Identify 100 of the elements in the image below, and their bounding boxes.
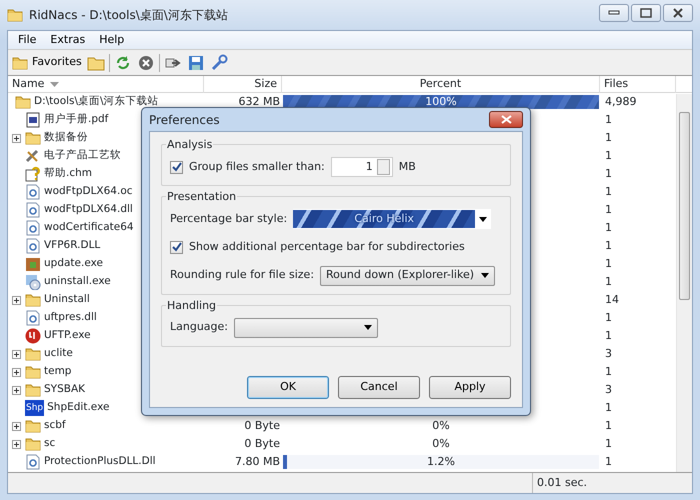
file-count: 3 — [604, 346, 613, 362]
file-name[interactable]: 数据备份 — [44, 130, 88, 146]
file-name[interactable]: 用户手册.pdf — [44, 112, 108, 128]
elapsed-time: 0.01 sec. — [532, 473, 692, 493]
minimize-button[interactable] — [599, 4, 629, 22]
file-count: 1 — [604, 454, 613, 470]
close-icon — [500, 115, 512, 124]
language-dropdown[interactable] — [234, 318, 378, 338]
file-name[interactable]: update.exe — [44, 256, 103, 272]
file-name[interactable]: SYSBAK — [44, 382, 86, 398]
file-name[interactable]: uftpres.dll — [44, 310, 97, 326]
folder-icon — [25, 418, 41, 434]
scrollbar-thumb[interactable] — [679, 112, 690, 300]
file-count: 1 — [604, 400, 613, 416]
expand-icon[interactable] — [12, 134, 20, 142]
column-header[interactable]: Files — [604, 76, 628, 92]
expand-icon[interactable] — [12, 422, 20, 430]
folder-icon — [25, 382, 41, 398]
file-size: 0 Byte — [243, 436, 281, 452]
file-count: 1 — [604, 310, 613, 326]
settings-icon — [210, 54, 228, 72]
gear-file-icon — [25, 238, 41, 254]
menu-item[interactable]: Extras — [44, 32, 92, 48]
folder-icon — [25, 346, 41, 362]
folder-icon — [25, 292, 41, 308]
file-count: 1 — [604, 238, 613, 254]
file-count: 1 — [604, 184, 613, 200]
percent-value: 1.2% — [427, 454, 455, 470]
file-name[interactable]: uninstall.exe — [44, 274, 111, 290]
gear-file-icon — [25, 202, 41, 218]
expand-icon[interactable] — [12, 440, 20, 448]
minimize-icon — [608, 10, 620, 16]
dialog-button[interactable]: OK — [247, 376, 329, 399]
caret-icon — [479, 216, 488, 222]
dialog-button[interactable]: Cancel — [338, 376, 420, 399]
expand-icon[interactable] — [12, 386, 20, 394]
file-name[interactable]: ProtectionPlusDLL.Dll — [44, 454, 156, 470]
file-name[interactable]: wodFtpDLX64.oc — [44, 184, 133, 200]
scrollbar[interactable] — [676, 94, 692, 472]
file-name[interactable]: scbf — [44, 418, 66, 434]
file-count: 1 — [604, 220, 613, 236]
close-button[interactable] — [489, 111, 523, 128]
group-heading: Handling — [166, 298, 218, 314]
file-name[interactable]: uclite — [44, 346, 73, 362]
number-field[interactable]: 1 — [330, 157, 393, 177]
maximize-button[interactable] — [631, 4, 661, 22]
save-icon — [186, 54, 205, 72]
dialog-button[interactable]: Apply — [429, 376, 511, 399]
expand-icon[interactable] — [12, 296, 20, 304]
gear-file-icon — [25, 220, 41, 236]
app-icon — [7, 6, 23, 23]
menu-item[interactable]: Help — [93, 32, 130, 48]
close-icon — [672, 8, 684, 18]
checkbox-label[interactable]: Group files smaller than: — [189, 158, 325, 176]
file-name[interactable]: temp — [44, 364, 72, 380]
close-button[interactable] — [663, 4, 693, 22]
stop-icon — [136, 54, 155, 72]
gear-file-icon — [25, 184, 41, 200]
folder-icon — [12, 54, 28, 70]
file-count: 1 — [604, 130, 613, 146]
checkbox[interactable] — [170, 160, 183, 174]
file-name[interactable]: 帮助.chm — [44, 166, 92, 182]
folder-icon — [15, 94, 31, 110]
app-icon: Shp — [25, 400, 44, 416]
file-count: 1 — [604, 256, 613, 272]
file-count: 1 — [604, 418, 613, 434]
file-name[interactable]: wodCertificate64 — [44, 220, 134, 236]
menu-item[interactable]: File — [12, 32, 42, 48]
file-name[interactable]: sc — [44, 436, 56, 452]
checkbox-label[interactable]: Show additional percentage bar for subdirectories — [189, 239, 465, 256]
file-count: 14 — [604, 292, 620, 308]
folder-icon — [25, 130, 41, 146]
dialog-title: Preferences — [149, 112, 220, 128]
file-count: 1 — [604, 112, 613, 128]
file-name[interactable]: wodFtpDLX64.dll — [44, 202, 133, 218]
group-heading: Analysis — [166, 137, 214, 154]
column-header[interactable]: Percent — [420, 76, 462, 92]
field-label: Percentage bar style: — [170, 210, 288, 227]
file-name[interactable]: 电子产品工艺软 — [44, 148, 121, 164]
file-name[interactable]: VFP6R.DLL — [44, 238, 100, 254]
field-label: Language: — [170, 319, 228, 336]
checkbox[interactable] — [170, 240, 183, 254]
disc-icon — [25, 274, 41, 290]
file-name[interactable]: UFTP.exe — [44, 328, 91, 344]
file-name[interactable]: D:\tools\桌面\河东下载站 — [34, 94, 159, 110]
rounding-dropdown[interactable]: Round down (Explorer-like) — [320, 266, 496, 286]
column-header[interactable]: Size — [254, 76, 277, 92]
folder-icon — [25, 364, 41, 380]
app-icon — [25, 328, 41, 344]
percent-value: 0% — [432, 418, 450, 434]
maximize-icon — [640, 8, 652, 18]
favorites-button[interactable]: Favorites — [11, 53, 83, 72]
file-count: 1 — [604, 436, 613, 452]
file-name[interactable]: ShpEdit.exe — [47, 400, 110, 416]
expand-icon[interactable] — [12, 368, 20, 376]
caret-icon — [481, 273, 490, 278]
expand-icon[interactable] — [12, 350, 20, 358]
column-header[interactable]: Name — [12, 76, 44, 92]
unit-label: MB — [398, 158, 416, 175]
file-name[interactable]: Uninstall — [44, 292, 90, 308]
